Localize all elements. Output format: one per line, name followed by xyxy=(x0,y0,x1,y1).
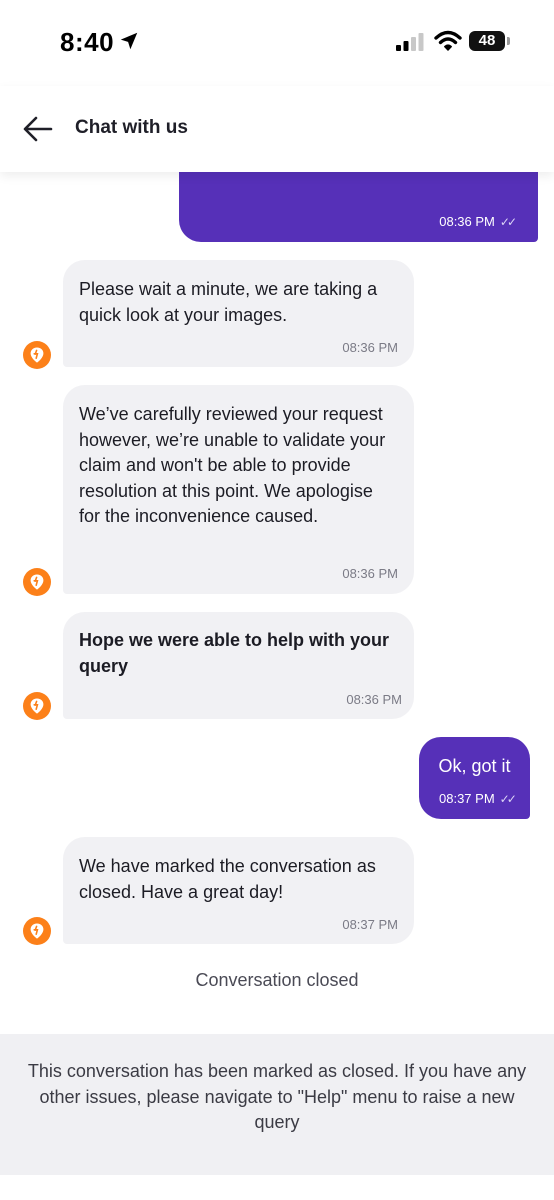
outgoing-image-message[interactable]: 08:36 PM ✓✓ xyxy=(179,172,538,242)
location-arrow-icon xyxy=(120,32,138,50)
incoming-message: Please wait a minute, we are taking a qu… xyxy=(63,260,414,367)
double-check-icon: ✓✓ xyxy=(499,215,517,229)
agent-avatar xyxy=(23,341,51,369)
battery-level: 48 xyxy=(478,32,496,49)
incoming-message: We have marked the conversation as close… xyxy=(63,837,414,944)
cellular-signal-icon xyxy=(396,33,424,51)
brand-logo-icon xyxy=(30,698,44,714)
wifi-icon xyxy=(434,30,462,51)
message-time: 08:36 PM xyxy=(342,340,398,355)
conversation-closed-label: Conversation closed xyxy=(195,970,359,990)
agent-avatar xyxy=(23,568,51,596)
arrow-left-icon[interactable] xyxy=(22,115,54,143)
message-time: 08:36 PM xyxy=(342,566,398,581)
message-text: Please wait a minute, we are taking a qu… xyxy=(79,279,378,325)
outgoing-message: Ok, got it 08:37 PM ✓✓ xyxy=(419,737,530,819)
message-time: 08:37 PM ✓✓ xyxy=(439,791,517,806)
battery-indicator: 48 xyxy=(469,31,505,51)
brand-logo-icon xyxy=(30,923,44,939)
message-text: Hope we were able to help with your quer… xyxy=(79,630,390,676)
closed-notice-footer: This conversation has been marked as clo… xyxy=(0,1034,554,1175)
message-time: 08:36 PM xyxy=(346,692,402,707)
chat-thread[interactable]: 08:36 PM ✓✓ Please wait a minute, we are … xyxy=(0,172,554,1034)
brand-logo-icon xyxy=(30,574,44,590)
header-title: Chat with us xyxy=(75,117,188,138)
agent-avatar xyxy=(23,917,51,945)
double-check-icon: ✓✓ xyxy=(499,792,517,806)
agent-avatar xyxy=(23,692,51,720)
message-text: Ok, got it xyxy=(438,756,511,776)
message-time: 08:36 PM ✓✓ xyxy=(439,214,517,229)
message-time: 08:37 PM xyxy=(342,917,398,932)
status-bar: 8:40 48 xyxy=(0,0,554,80)
incoming-message: Hope we were able to help with your quer… xyxy=(63,612,414,719)
status-time: 8:40 xyxy=(60,27,115,57)
brand-logo-icon xyxy=(30,347,44,363)
home-indicator-area xyxy=(0,1175,554,1200)
battery-cap xyxy=(507,37,510,45)
closed-notice-text: This conversation has been marked as clo… xyxy=(27,1061,527,1132)
message-text: We’ve carefully reviewed your request ho… xyxy=(79,404,386,526)
message-text: We have marked the conversation as close… xyxy=(79,856,376,902)
chat-header: Chat with us xyxy=(0,86,554,172)
incoming-message: We’ve carefully reviewed your request ho… xyxy=(63,385,414,594)
